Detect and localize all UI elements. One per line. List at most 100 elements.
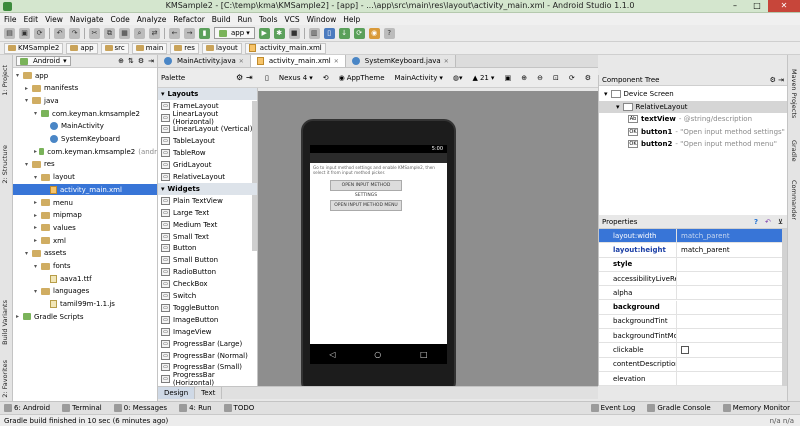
component-tree-item[interactable]: ▾ RelativeLayout — [599, 100, 787, 113]
chevron-down-icon[interactable]: ▾ — [34, 110, 41, 117]
property-row[interactable]: contentDescription — [599, 357, 787, 372]
editor-tab[interactable]: activity_main.xml ✕ — [250, 55, 346, 67]
chevron-right-icon[interactable]: ▸ — [34, 237, 41, 244]
chevron-down-icon[interactable]: ▾ — [16, 72, 23, 79]
find-icon[interactable]: ⌕ — [134, 27, 145, 39]
chevron-right-icon[interactable]: ▸ — [34, 224, 41, 231]
menu-view[interactable]: View — [45, 15, 63, 24]
sync-icon[interactable]: ⟳ — [34, 27, 45, 39]
redo-icon[interactable]: ↷ — [69, 27, 80, 39]
palette-item[interactable]: ▭ LinearLayout (Horizontal) — [158, 110, 257, 126]
copy-icon[interactable]: ⧉ — [104, 27, 115, 39]
preview-text-view[interactable]: Go to input method settings and enable K… — [310, 163, 447, 177]
chevron-right-icon[interactable]: ▸ — [34, 199, 41, 206]
property-value[interactable] — [677, 329, 787, 342]
menu-help[interactable]: Help — [343, 15, 360, 24]
tool-window-button[interactable]: 6: Android — [4, 404, 50, 412]
palette-item[interactable]: ▭ RelativeLayout — [158, 171, 257, 183]
property-row[interactable]: style — [599, 257, 787, 272]
tab-design[interactable]: Design — [158, 387, 196, 399]
property-value[interactable] — [677, 272, 787, 285]
replace-icon[interactable]: ⇄ — [149, 27, 160, 39]
property-value[interactable]: match_parent — [677, 229, 787, 242]
project-tree-item[interactable]: ▾ java — [13, 95, 157, 106]
project-tree-item[interactable]: ▸ Gradle Scripts — [13, 311, 157, 322]
tool-window-button[interactable]: Terminal — [62, 404, 102, 412]
palette-item[interactable]: ▭ RadioButton — [158, 267, 257, 279]
palette-item[interactable]: ▭ Switch — [158, 290, 257, 302]
tab-structure[interactable]: 2: Structure — [1, 145, 9, 184]
api-selector[interactable]: ▲ 21 ▾ — [470, 72, 498, 83]
hide-icon[interactable]: ⇥ — [246, 73, 253, 82]
palette-item[interactable]: ▭ ProgressBar (Normal) — [158, 350, 257, 362]
project-tree-item[interactable]: ▾ languages — [13, 286, 157, 297]
checkbox[interactable] — [681, 346, 689, 355]
device-screen[interactable]: 5:00 Go to input method settings and ena… — [310, 145, 447, 344]
menu-edit[interactable]: Edit — [24, 15, 39, 24]
property-row[interactable]: alpha — [599, 286, 787, 301]
property-value[interactable] — [677, 372, 787, 385]
property-value[interactable] — [677, 358, 787, 371]
project-tree-item[interactable]: ▸ xml — [13, 235, 157, 246]
project-tree-item[interactable]: ▾ fonts — [13, 261, 157, 272]
property-value[interactable] — [677, 301, 787, 314]
component-tree-item[interactable]: OK button2- "Open input method menu" — [599, 138, 777, 150]
sync-icon[interactable]: ⊕ — [118, 57, 124, 65]
palette-item[interactable]: ▭ ProgressBar (Large) — [158, 338, 257, 350]
layout-toggle-icon[interactable]: ▣ — [502, 72, 515, 83]
project-view-selector[interactable]: Android ▾ — [16, 56, 71, 66]
property-row[interactable]: layout:width match_parent — [599, 229, 787, 244]
run-icon[interactable]: ▶ — [258, 27, 270, 39]
menu-window[interactable]: Window — [307, 15, 337, 24]
project-tree-item[interactable]: ▾ com.keyman.kmsample2 — [13, 108, 157, 119]
collapse-icon[interactable]: ⇅ — [128, 57, 134, 65]
close-icon[interactable]: ✕ — [334, 58, 339, 65]
editor-tab[interactable]: MainActivity.java ✕ — [158, 55, 251, 67]
forward-icon[interactable]: → — [184, 27, 195, 39]
device-selector[interactable]: Nexus 4 ▾ — [276, 72, 316, 83]
property-row[interactable]: backgroundTintMode — [599, 329, 787, 344]
chevron-down-icon[interactable]: ▾ — [25, 97, 32, 104]
palette-category[interactable]: ▾ Layouts — [158, 88, 257, 100]
menu-run[interactable]: Run — [238, 15, 252, 24]
project-tree-item[interactable]: SystemKeyboard — [13, 134, 157, 145]
zoom-out-icon[interactable]: ⊖ — [534, 72, 546, 83]
breadcrumb-item[interactable]: app — [66, 42, 98, 54]
component-tree-item[interactable]: ▾ Device Screen — [599, 88, 674, 100]
property-row[interactable]: background — [599, 300, 787, 315]
project-tree-item[interactable]: ▸ values — [13, 222, 157, 233]
menu-vcs[interactable]: VCS — [284, 15, 299, 24]
chevron-right-icon[interactable]: ▸ — [16, 313, 23, 320]
menu-file[interactable]: File — [4, 15, 17, 24]
palette-item[interactable]: ▭ Small Text — [158, 231, 257, 243]
open-icon[interactable]: ▤ — [4, 27, 15, 39]
tool-window-button[interactable]: 4: Run — [179, 404, 212, 412]
zoom-in-icon[interactable]: ⊕ — [518, 72, 530, 83]
component-tree-item[interactable]: OK button1- "Open input method settings" — [599, 126, 785, 138]
property-value[interactable] — [677, 315, 787, 328]
property-value[interactable] — [677, 286, 787, 299]
property-value[interactable] — [677, 258, 787, 271]
minimize-button[interactable]: – — [724, 0, 746, 12]
properties-scrollbar[interactable] — [782, 229, 787, 386]
paste-icon[interactable]: ▦ — [119, 27, 130, 39]
project-tree-item[interactable]: ▾ layout — [13, 172, 157, 183]
palette-item[interactable]: ▭ Medium Text — [158, 219, 257, 231]
project-tree-item[interactable]: ▾ app — [13, 70, 157, 81]
property-row[interactable]: backgroundTint — [599, 314, 787, 330]
tab-build-variants[interactable]: Build Variants — [1, 300, 9, 345]
editor-tab[interactable]: SystemKeyboard.java ✕ — [345, 55, 456, 67]
close-icon[interactable]: ✕ — [444, 58, 449, 65]
palette-item[interactable]: ▭ ProgressBar (Horizontal) — [158, 371, 257, 387]
menu-build[interactable]: Build — [212, 15, 231, 24]
tool-window-button[interactable]: TODO — [223, 404, 254, 412]
chevron-down-icon[interactable]: ▾ — [34, 263, 41, 270]
palette-item[interactable]: ▭ Small Button — [158, 255, 257, 267]
preview-button2[interactable]: OPEN INPUT METHOD MENU — [330, 200, 402, 211]
menu-navigate[interactable]: Navigate — [70, 15, 104, 24]
chevron-down-icon[interactable]: ▾ — [25, 161, 32, 168]
close-icon[interactable]: ✕ — [239, 58, 244, 65]
palette-item[interactable]: ▭ Button — [158, 243, 257, 255]
preview-button1[interactable]: OPEN INPUT METHOD SETTINGS — [330, 180, 402, 198]
make-project-icon[interactable]: ▮ — [199, 27, 210, 39]
